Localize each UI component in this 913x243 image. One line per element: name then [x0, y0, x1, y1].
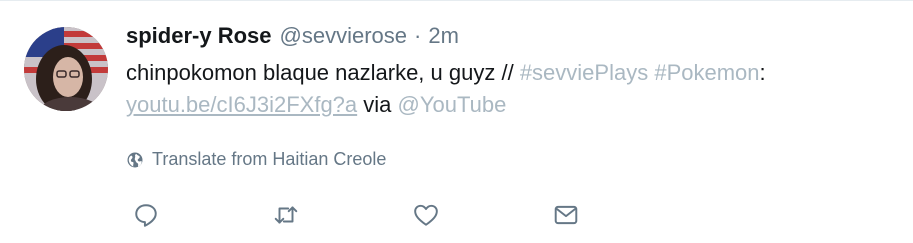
tweet-header: spider-y Rose @sevvierose · 2m — [126, 23, 893, 49]
mention-youtube[interactable]: @YouTube — [398, 92, 507, 117]
retweet-icon — [274, 206, 298, 224]
like-button[interactable] — [410, 199, 442, 231]
hashtag-sevvieplays[interactable]: #sevviePlays — [520, 60, 648, 85]
youtube-link[interactable]: youtu.be/cI6J3i2FXfg?a — [126, 92, 357, 117]
tweet-text-via: via — [357, 92, 398, 117]
display-name[interactable]: spider-y Rose — [126, 23, 272, 49]
tweet[interactable]: spider-y Rose @sevvierose · 2m chinpokom… — [0, 0, 913, 243]
user-handle[interactable]: @sevvierose — [280, 23, 408, 49]
separator-dot: · — [414, 23, 422, 48]
hashtag-pokemon[interactable]: #Pokemon — [654, 60, 759, 85]
retweet-button[interactable] — [270, 199, 302, 231]
globe-icon — [127, 152, 143, 167]
envelope-icon — [554, 205, 578, 225]
heart-icon — [414, 204, 438, 226]
direct-message-button[interactable] — [550, 199, 582, 231]
tweet-content: spider-y Rose @sevvierose · 2m chinpokom… — [126, 23, 893, 121]
tweet-actions — [0, 199, 913, 231]
translate-label: Translate from Haitian Creole — [152, 149, 387, 169]
tweet-text-part: chinpokomon blaque nazlarke, u guyz // — [126, 60, 520, 85]
reply-icon — [135, 204, 157, 227]
avatar[interactable] — [24, 27, 108, 111]
tweet-text: chinpokomon blaque nazlarke, u guyz // #… — [126, 57, 893, 121]
translate-link[interactable]: Translate from Haitian Creole — [126, 149, 386, 170]
timestamp[interactable]: 2m — [428, 23, 459, 49]
reply-button[interactable] — [130, 199, 162, 231]
tweet-text-colon: : — [759, 60, 766, 85]
